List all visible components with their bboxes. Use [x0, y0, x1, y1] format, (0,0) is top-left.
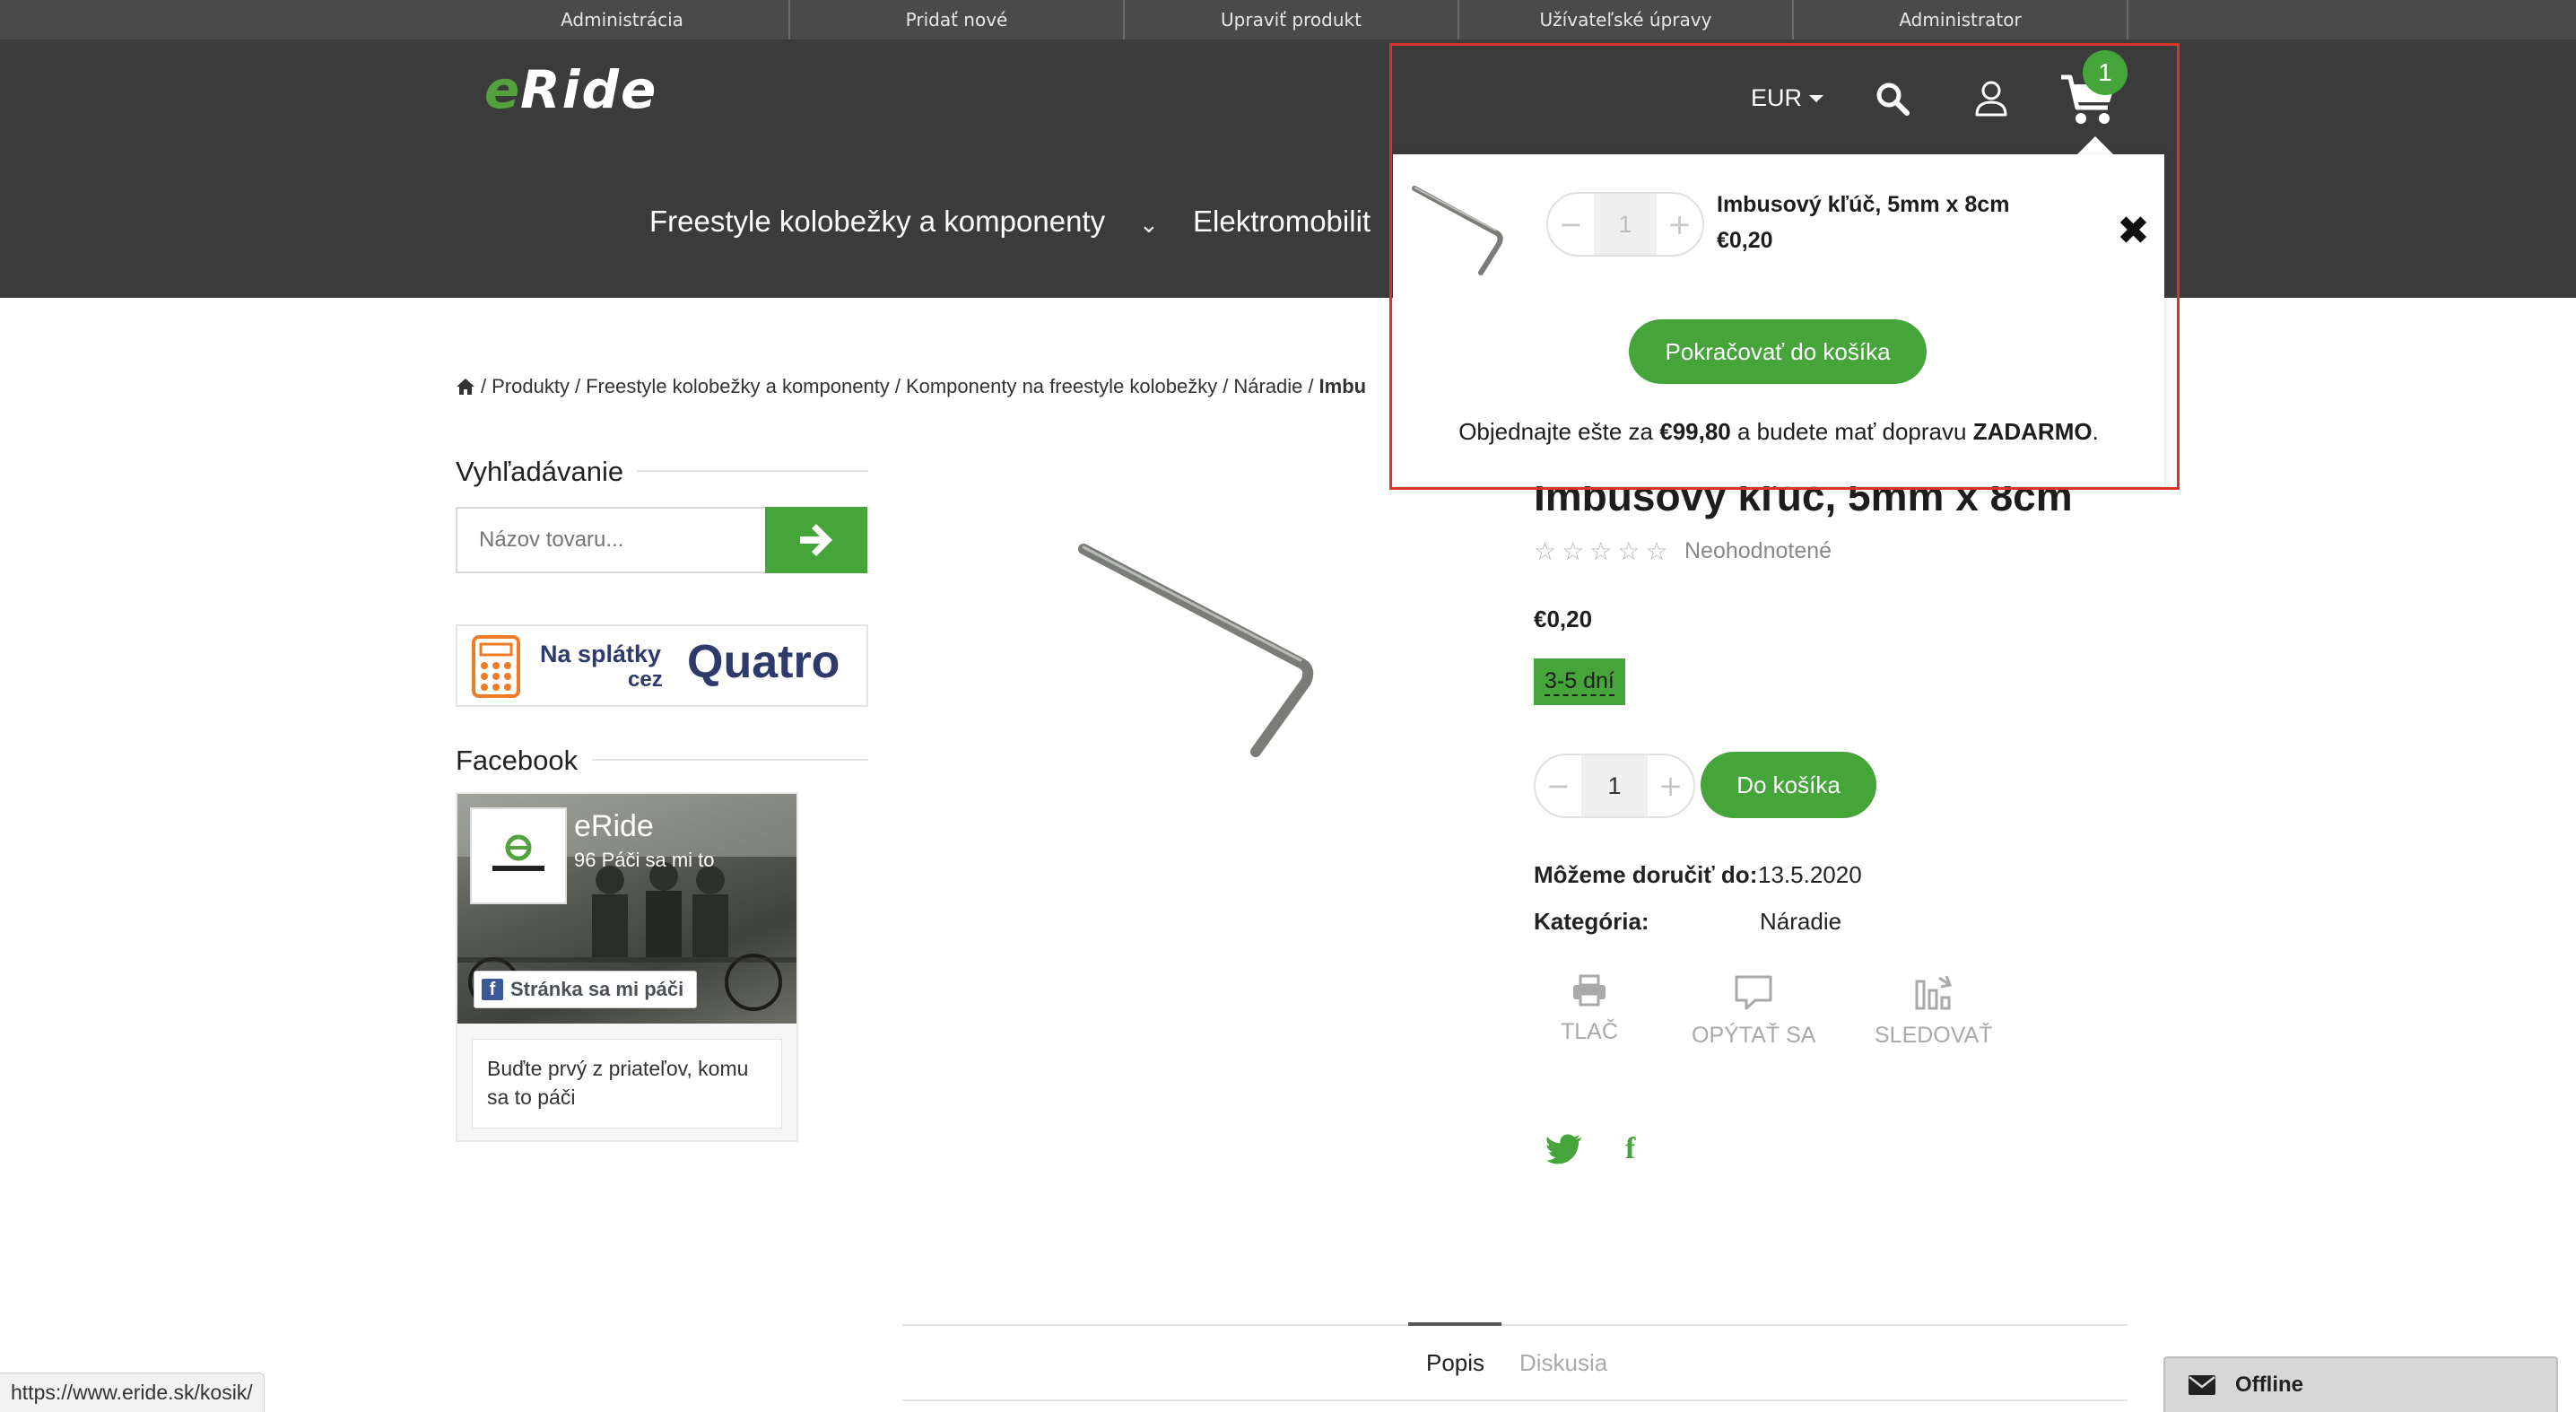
breadcrumb-separator: /	[1223, 375, 1229, 397]
breadcrumb-separator: /	[1308, 375, 1314, 397]
facebook-share-icon[interactable]: f	[1625, 1132, 1635, 1166]
admin-link-edit-product[interactable]: Upraviť produkt	[1125, 0, 1459, 39]
nav-item-freestyle[interactable]: Freestyle kolobežky a komponenty	[649, 205, 1105, 239]
hex-key-product-illustration	[1078, 544, 1314, 757]
admin-link-administration[interactable]: Administrácia	[456, 0, 790, 39]
rating-stars[interactable]: ☆☆☆☆☆	[1534, 536, 1674, 566]
add-to-cart-button[interactable]: Do košíka	[1701, 752, 1876, 818]
search-title-rule	[637, 470, 868, 472]
breadcrumb-item-freestyle[interactable]: Freestyle kolobežky a komponenty	[586, 375, 890, 398]
tab-discussion[interactable]: Diskusia	[1519, 1349, 1607, 1377]
nav-item-elektromobilita[interactable]: Elektromobilit	[1193, 205, 1371, 239]
ask-label: OPÝTAŤ SA	[1692, 1023, 1816, 1048]
twitter-bird-icon	[1546, 1134, 1581, 1164]
breadcrumb-separator: /	[894, 375, 901, 397]
print-action[interactable]: TLAČ	[1561, 974, 1618, 1045]
banner-text-installments: Na splátky	[540, 641, 662, 667]
quatro-installments-banner[interactable]: Na splátky cez Quatro	[456, 624, 868, 707]
breadcrumb-item-products[interactable]: Produkty	[492, 375, 570, 398]
facebook-likes-count: 96 Páči sa mi to	[574, 849, 715, 871]
breadcrumb: / Produkty / Freestyle kolobežky a kompo…	[456, 375, 1366, 398]
banner-brand-quatro: Quatro	[687, 636, 840, 688]
logo-wordmark-icon: e Ride	[484, 59, 657, 120]
print-label: TLAČ	[1561, 1019, 1618, 1044]
cart-highlight-outline	[1389, 43, 2180, 490]
envelope-icon	[2189, 1375, 2215, 1395]
product-price: €0,20	[1534, 606, 1593, 632]
breadcrumb-item-components[interactable]: Komponenty na freestyle kolobežky	[906, 375, 1217, 398]
search-title: Vyhľadávanie	[456, 456, 624, 487]
breadcrumb-separator: /	[574, 375, 581, 397]
availability-text: 3-5 dní	[1545, 668, 1614, 696]
watch-chart-icon	[1915, 975, 1952, 1010]
watch-action[interactable]: SLEDOVAŤ	[1875, 974, 1993, 1049]
product-image[interactable]	[1067, 529, 1327, 766]
speech-bubble-icon	[1735, 975, 1772, 1010]
facebook-like-label: Stránka sa mi páči	[510, 978, 684, 1000]
home-icon[interactable]	[456, 378, 475, 396]
breadcrumb-separator: /	[481, 375, 487, 397]
status-bar-url: https://www.eride.sk/kosik/	[0, 1373, 265, 1412]
ask-action[interactable]: OPÝTAŤ SA	[1692, 974, 1815, 1049]
svg-text:Ride: Ride	[520, 66, 657, 117]
plus-icon[interactable]: +	[1648, 755, 1693, 816]
rating-text: Neohodnotené	[1684, 538, 1832, 563]
facebook-title-rule	[592, 759, 868, 761]
eride-logo-icon	[492, 834, 544, 871]
svg-text:e: e	[484, 66, 521, 117]
facebook-page-name[interactable]: eRide	[574, 809, 654, 844]
site-header	[0, 39, 2576, 298]
active-tab-indicator	[1408, 1322, 1501, 1326]
banner-text-via: cez	[628, 667, 663, 692]
facebook-icon: f	[482, 979, 503, 1000]
breadcrumb-item-tools[interactable]: Náradie	[1233, 375, 1302, 398]
printer-icon	[1572, 974, 1606, 1007]
category-label: Kategória:	[1534, 908, 1649, 935]
offline-chat-widget[interactable]: Offline	[2163, 1356, 2558, 1412]
admin-link-add-new[interactable]: Pridať nové	[790, 0, 1125, 39]
quantity-value[interactable]: 1	[1580, 755, 1649, 816]
breadcrumb-current: Imbu	[1318, 375, 1367, 397]
admin-link-user-settings[interactable]: Užívateľské úpravy	[1459, 0, 1794, 39]
availability-badge: 3-5 dní	[1534, 658, 1625, 705]
facebook-friends-text: Buďte prvý z priateľov, komu sa to páči	[472, 1039, 782, 1129]
tabs-divider-top	[902, 1324, 2128, 1326]
admin-bar: Administrácia Pridať nové Upraviť produk…	[0, 0, 2576, 39]
tab-description[interactable]: Popis	[1426, 1349, 1484, 1377]
offline-label: Offline	[2235, 1373, 2303, 1397]
admin-bar-spacer-right	[2128, 0, 2576, 39]
delivery-date: 13.5.2020	[1758, 861, 1862, 888]
tabs-divider-bottom	[902, 1399, 2128, 1401]
arrow-right-icon	[800, 524, 832, 556]
facebook-page-avatar[interactable]	[470, 807, 567, 904]
search-input[interactable]	[456, 507, 766, 573]
minus-icon[interactable]: −	[1536, 755, 1581, 816]
search-submit-button[interactable]	[765, 507, 867, 573]
quantity-stepper[interactable]: − 1 +	[1534, 754, 1695, 818]
facebook-like-button[interactable]: f Stránka sa mi páči	[474, 971, 698, 1008]
delivery-label: Môžeme doručiť do:	[1534, 861, 1758, 888]
site-logo[interactable]: e Ride	[484, 59, 753, 131]
watch-label: SLEDOVAŤ	[1875, 1023, 1993, 1048]
admin-link-administrator[interactable]: Administrator	[1794, 0, 2128, 39]
facebook-title: Facebook	[456, 745, 579, 776]
admin-bar-spacer	[0, 0, 456, 39]
category-value[interactable]: Náradie	[1760, 908, 1841, 936]
chevron-down-icon[interactable]: ⌄	[1139, 212, 1159, 239]
twitter-share-icon[interactable]	[1546, 1134, 1582, 1168]
